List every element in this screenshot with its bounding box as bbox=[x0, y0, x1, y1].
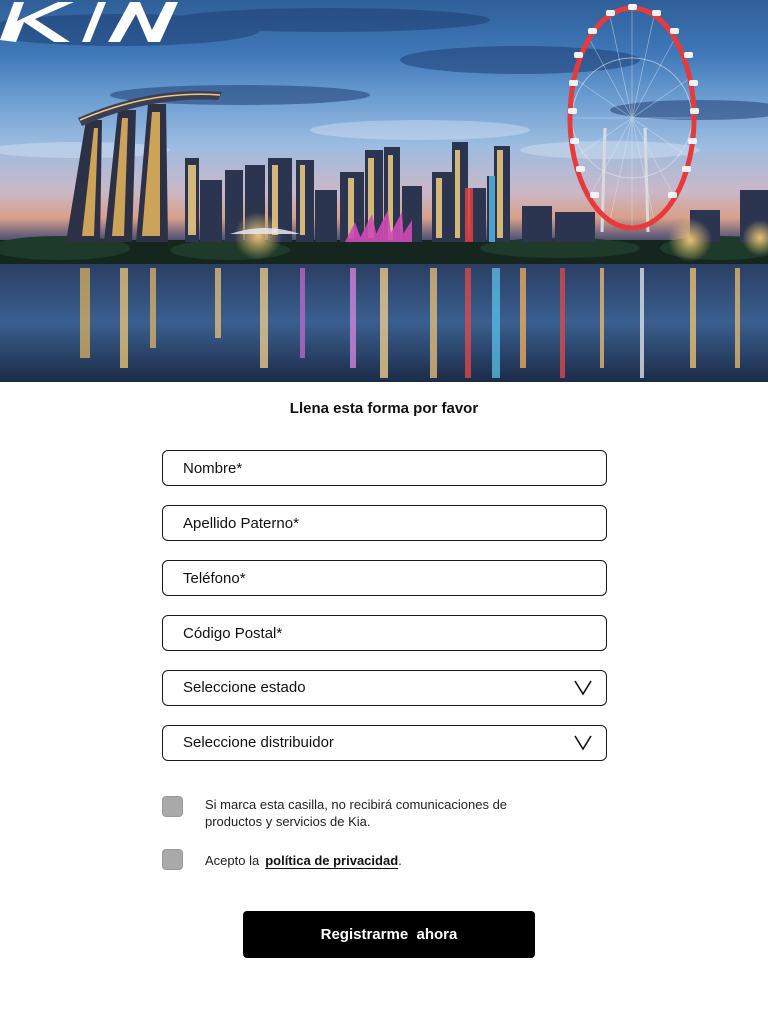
codigo-postal-input[interactable] bbox=[163, 616, 606, 650]
kia-logo bbox=[0, 2, 178, 42]
city-skyline-image bbox=[0, 4, 768, 382]
register-button[interactable]: Registrarme ahora bbox=[243, 911, 535, 958]
privacy-policy-link[interactable]: política de privacidad bbox=[265, 853, 398, 868]
privacy-label: Acepto la política de privacidad. bbox=[205, 852, 535, 869]
apellido-field[interactable] bbox=[162, 505, 607, 541]
form-title: Llena esta forma por favor bbox=[289, 400, 479, 417]
nombre-field[interactable] bbox=[162, 450, 607, 486]
no-communications-text-line2: productos y servicios de Kia. bbox=[205, 814, 371, 829]
no-communications-text-line1: Si marca esta casilla, no recibirá comun… bbox=[205, 797, 508, 812]
codigo-postal-field[interactable] bbox=[162, 615, 607, 651]
telefono-field[interactable] bbox=[162, 560, 607, 596]
privacy-prefix: Acepto la bbox=[205, 853, 260, 868]
privacy-suffix: . bbox=[398, 853, 402, 868]
distribuidor-select[interactable]: Seleccione distribuidor bbox=[162, 725, 607, 761]
privacy-checkbox[interactable] bbox=[162, 849, 183, 870]
chevron-down-icon[interactable] bbox=[574, 678, 592, 696]
estado-select[interactable]: Seleccione estado bbox=[162, 670, 607, 706]
estado-select-value: Seleccione estado bbox=[183, 679, 306, 696]
no-communications-label: Si marca esta casilla, no recibirá comun… bbox=[205, 796, 535, 830]
nombre-input[interactable] bbox=[163, 451, 606, 485]
telefono-input[interactable] bbox=[163, 561, 606, 595]
chevron-down-icon[interactable] bbox=[574, 733, 592, 751]
distribuidor-select-value: Seleccione distribuidor bbox=[183, 734, 334, 751]
apellido-paterno-input[interactable] bbox=[163, 506, 606, 540]
hero-banner bbox=[0, 0, 768, 382]
no-communications-checkbox[interactable] bbox=[162, 796, 183, 817]
